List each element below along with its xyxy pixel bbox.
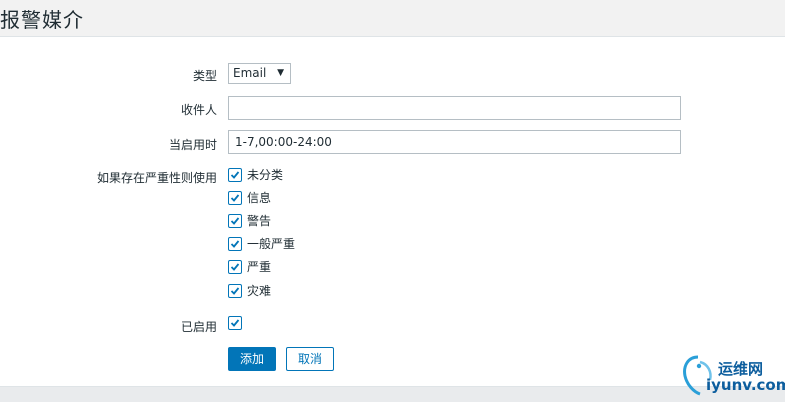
when-active-input[interactable]: 1-7,00:00-24:00 bbox=[228, 130, 681, 154]
checkmark-icon bbox=[230, 319, 240, 327]
checkmark-icon bbox=[230, 217, 240, 225]
page-title: 报警媒介 bbox=[0, 8, 84, 32]
severity-item-label: 未分类 bbox=[247, 168, 284, 182]
enabled-checkbox[interactable] bbox=[228, 316, 242, 330]
checkmark-icon bbox=[230, 287, 240, 295]
checkbox[interactable] bbox=[228, 284, 242, 298]
severity-label: 如果存在严重性则使用 bbox=[96, 171, 217, 185]
severity-item-label: 警告 bbox=[247, 214, 272, 228]
checkbox[interactable] bbox=[228, 214, 242, 228]
type-select-value: Email bbox=[233, 66, 267, 80]
type-select[interactable]: Email ▼ bbox=[228, 63, 291, 84]
checkbox[interactable] bbox=[228, 168, 242, 182]
page-header: 报警媒介 bbox=[0, 0, 785, 37]
add-button[interactable]: 添加 bbox=[228, 347, 276, 371]
severity-item-label: 严重 bbox=[247, 260, 272, 274]
cancel-button[interactable]: 取消 bbox=[286, 347, 334, 371]
enabled-label: 已启用 bbox=[180, 320, 217, 334]
checkbox[interactable] bbox=[228, 260, 242, 274]
page-footer bbox=[0, 386, 785, 402]
checkmark-icon bbox=[230, 240, 240, 248]
when-active-label: 当启用时 bbox=[168, 138, 217, 152]
severity-item-label: 灾难 bbox=[247, 284, 272, 298]
type-label: 类型 bbox=[192, 69, 217, 83]
checkbox[interactable] bbox=[228, 237, 242, 251]
checkmark-icon bbox=[230, 194, 240, 202]
recipient-input[interactable] bbox=[228, 96, 681, 120]
checkbox[interactable] bbox=[228, 191, 242, 205]
watermark: 运维网 iyunv.com bbox=[680, 352, 785, 398]
chevron-down-icon: ▼ bbox=[277, 68, 284, 78]
checkmark-icon bbox=[230, 263, 240, 271]
watermark-text-url: iyunv.com bbox=[706, 376, 785, 394]
recipient-label: 收件人 bbox=[180, 103, 217, 117]
severity-item-label: 信息 bbox=[247, 191, 272, 205]
severity-item-label: 一般严重 bbox=[247, 237, 296, 251]
checkmark-icon bbox=[230, 171, 240, 179]
